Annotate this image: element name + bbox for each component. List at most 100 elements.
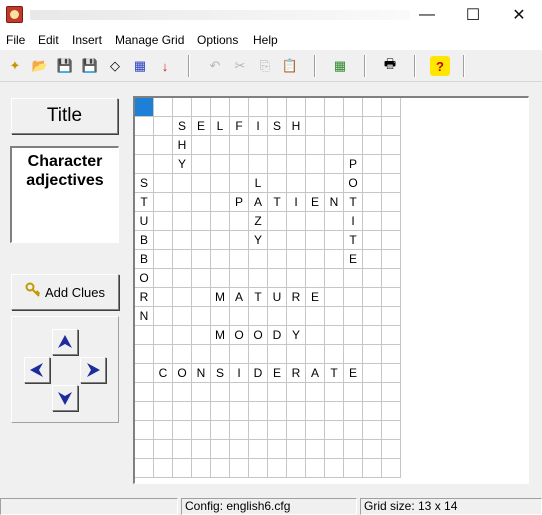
grid-cell[interactable]: [249, 402, 268, 421]
grid-cell[interactable]: O: [344, 174, 363, 193]
grid-cell[interactable]: [363, 231, 382, 250]
grid-cell[interactable]: [344, 269, 363, 288]
grid-cell[interactable]: [154, 345, 173, 364]
grid-cell[interactable]: S: [135, 174, 154, 193]
grid-cell[interactable]: [382, 288, 401, 307]
grid-cell[interactable]: [173, 459, 192, 478]
grid-cell[interactable]: N: [135, 307, 154, 326]
grid-cell[interactable]: [154, 288, 173, 307]
grid-cell[interactable]: A: [249, 193, 268, 212]
grid-cell[interactable]: [382, 421, 401, 440]
grid-cell[interactable]: [344, 421, 363, 440]
grid-cell[interactable]: [325, 269, 344, 288]
grid-cell[interactable]: [192, 155, 211, 174]
grid-cell[interactable]: [325, 212, 344, 231]
grid-cell[interactable]: [287, 174, 306, 193]
grid-cell[interactable]: [344, 383, 363, 402]
grid-cell[interactable]: E: [344, 250, 363, 269]
grid-cell[interactable]: [192, 193, 211, 212]
close-button[interactable]: ✕: [496, 0, 542, 30]
grid-cell[interactable]: [344, 307, 363, 326]
grid-cell[interactable]: [306, 383, 325, 402]
grid-cell[interactable]: [211, 193, 230, 212]
grid-cell[interactable]: [287, 307, 306, 326]
grid-cell[interactable]: [306, 345, 325, 364]
grid-cell[interactable]: [154, 326, 173, 345]
grid-cell[interactable]: [306, 250, 325, 269]
grid-cell[interactable]: [363, 117, 382, 136]
grid-cell[interactable]: Y: [249, 231, 268, 250]
menu-file[interactable]: File: [6, 33, 25, 47]
grid-cell[interactable]: [363, 421, 382, 440]
grid-cell[interactable]: S: [268, 117, 287, 136]
grid-cell[interactable]: [192, 136, 211, 155]
grid-cell[interactable]: [173, 193, 192, 212]
grid-cell[interactable]: [192, 345, 211, 364]
grid-cell[interactable]: [173, 440, 192, 459]
grid-cell[interactable]: [192, 269, 211, 288]
grid-cell[interactable]: [306, 440, 325, 459]
grid-cell[interactable]: [154, 98, 173, 117]
grid-cell[interactable]: [135, 117, 154, 136]
grid-cell[interactable]: [268, 459, 287, 478]
grid-cell[interactable]: [268, 136, 287, 155]
grid-cell[interactable]: [135, 383, 154, 402]
grid-cell[interactable]: Z: [249, 212, 268, 231]
grid-cell[interactable]: U: [135, 212, 154, 231]
grid-cell[interactable]: S: [173, 117, 192, 136]
grid-cell[interactable]: M: [211, 326, 230, 345]
grid-cell[interactable]: [230, 440, 249, 459]
grid-cell[interactable]: [268, 269, 287, 288]
menu-help[interactable]: Help: [253, 33, 278, 47]
add-clues-button[interactable]: Add Clues: [11, 274, 119, 310]
grid-cell[interactable]: U: [268, 288, 287, 307]
grid-cell[interactable]: O: [135, 269, 154, 288]
grid-cell[interactable]: [249, 136, 268, 155]
grid-cell[interactable]: [363, 250, 382, 269]
grid-cell[interactable]: [344, 402, 363, 421]
menu-edit[interactable]: Edit: [38, 33, 59, 47]
eraser-button[interactable]: ◇: [105, 56, 125, 76]
grid-cell[interactable]: E: [306, 193, 325, 212]
grid-cell[interactable]: [325, 383, 344, 402]
grid-cell[interactable]: O: [173, 364, 192, 383]
grid-cell[interactable]: [211, 402, 230, 421]
grid-cell[interactable]: [382, 98, 401, 117]
grid-cell[interactable]: [325, 326, 344, 345]
grid-cell[interactable]: [211, 307, 230, 326]
grid-cell[interactable]: [363, 98, 382, 117]
grid-cell[interactable]: [268, 98, 287, 117]
grid-cell[interactable]: [363, 269, 382, 288]
app-icon[interactable]: [6, 6, 23, 23]
grid-cell[interactable]: [306, 174, 325, 193]
grid-cell[interactable]: [382, 250, 401, 269]
grid-cell[interactable]: [154, 117, 173, 136]
grid-cell[interactable]: [173, 174, 192, 193]
grid-cell[interactable]: E: [192, 117, 211, 136]
grid-cell[interactable]: [382, 174, 401, 193]
grid-cell[interactable]: E: [344, 364, 363, 383]
grid-cell[interactable]: [325, 345, 344, 364]
grid-cell[interactable]: [154, 136, 173, 155]
grid-cell[interactable]: [325, 98, 344, 117]
grid-cell[interactable]: [268, 402, 287, 421]
grid-cell[interactable]: [382, 307, 401, 326]
right-arrow-button[interactable]: [80, 357, 106, 383]
grid-cell[interactable]: E: [306, 288, 325, 307]
grid-cell[interactable]: [249, 383, 268, 402]
grid-cell[interactable]: [154, 212, 173, 231]
grid-cell[interactable]: [192, 459, 211, 478]
grid-cell[interactable]: [382, 440, 401, 459]
grid-cell[interactable]: L: [249, 174, 268, 193]
grid-cell[interactable]: T: [249, 288, 268, 307]
grid-cell[interactable]: [382, 345, 401, 364]
grid-cell[interactable]: [325, 440, 344, 459]
grid-cell[interactable]: [306, 269, 325, 288]
new-button[interactable]: ✦: [5, 56, 25, 76]
grid-cell[interactable]: [173, 345, 192, 364]
grid-cell[interactable]: [135, 136, 154, 155]
grid-cell[interactable]: [344, 345, 363, 364]
grid-cell[interactable]: [325, 155, 344, 174]
grid-cell[interactable]: Y: [173, 155, 192, 174]
grid-cell[interactable]: [268, 440, 287, 459]
